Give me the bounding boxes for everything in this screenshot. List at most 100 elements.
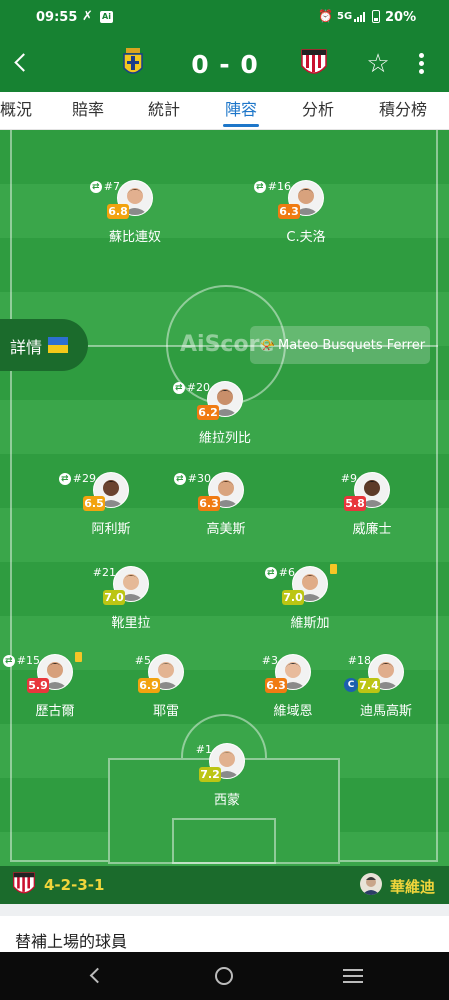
substitution-icon: ⇄ xyxy=(253,181,266,193)
player-number: #16 ⇄ xyxy=(253,180,291,193)
battery-icon xyxy=(372,10,380,23)
away-team-crest[interactable] xyxy=(300,48,328,80)
app-root: 09:55 ✗ Ai ⏰ 5G 20% 0 - 0 ☆ 概況 賠率 統計 陣容 … xyxy=(0,0,449,1000)
ai-icon: Ai xyxy=(100,11,113,23)
player-number: #9 xyxy=(341,472,357,485)
substitution-icon: ⇄ xyxy=(264,567,277,579)
player-number-text: #7 xyxy=(103,180,120,193)
yellow-card-icon xyxy=(75,652,82,662)
player-number-text: #30 xyxy=(187,472,211,485)
player-number-text: #3 xyxy=(261,654,278,667)
system-nav-bar xyxy=(0,952,449,1000)
player-name[interactable]: 維斯加 xyxy=(255,612,365,631)
player-rating: 6.5 xyxy=(83,496,105,511)
alarm-icon: ⏰ xyxy=(318,9,333,23)
player-card[interactable]: #21 7.0 靴里拉 xyxy=(76,566,186,631)
nav-back-icon[interactable] xyxy=(88,968,102,982)
tab-standings[interactable]: 積分榜 xyxy=(372,92,434,130)
tab-lineup[interactable]: 陣容 xyxy=(219,92,263,130)
substitution-icon: ⇄ xyxy=(89,181,102,193)
player-name[interactable]: 迪馬高斯 xyxy=(331,700,441,719)
battery-percent: 20% xyxy=(385,10,417,25)
nav-home-icon[interactable] xyxy=(215,967,233,985)
details-button[interactable]: 詳情 xyxy=(0,319,88,371)
player-rating: 6.2 xyxy=(197,405,219,420)
whistle-icon: 📯 xyxy=(260,338,275,352)
player-rating: 5.8 xyxy=(344,496,366,511)
player-number-text: #1 xyxy=(195,743,212,756)
top-bar: 09:55 ✗ Ai ⏰ 5G 20% 0 - 0 ☆ xyxy=(0,0,449,92)
player-number-text: #16 xyxy=(267,180,291,193)
player-name[interactable]: 威廉士 xyxy=(317,518,427,537)
player-card[interactable]: #1 7.2 西蒙 xyxy=(172,743,282,808)
player-card[interactable]: #20 ⇄ 6.2 維拉列比 xyxy=(170,381,280,446)
player-card[interactable]: #7 ⇄ 6.8 蘇比連奴 xyxy=(80,180,190,245)
coach-avatar[interactable] xyxy=(360,873,382,895)
player-number: #20 ⇄ xyxy=(172,381,210,394)
status-bar: 09:55 ✗ Ai ⏰ 5G 20% xyxy=(0,0,449,36)
player-number: #30 ⇄ xyxy=(173,472,211,485)
player-card[interactable]: #6 ⇄ 7.0 維斯加 xyxy=(255,564,365,631)
player-rating: 6.3 xyxy=(198,496,220,511)
player-rating: 7.2 xyxy=(199,767,221,782)
player-name[interactable]: 蘇比連奴 xyxy=(80,226,190,245)
player-rating: 5.9 xyxy=(27,678,49,693)
player-number: #7 ⇄ xyxy=(89,180,120,193)
player-rating: 6.3 xyxy=(278,204,300,219)
player-number: #15 ⇄ xyxy=(2,654,40,667)
player-card[interactable]: #30 ⇄ 6.3 高美斯 xyxy=(171,472,281,537)
player-card[interactable]: #5 6.9 耶雷 xyxy=(111,654,221,719)
player-number-text: #29 xyxy=(72,472,96,485)
player-name[interactable]: 維拉列比 xyxy=(170,427,280,446)
goal-area xyxy=(172,818,276,864)
tab-stats[interactable]: 統計 xyxy=(142,92,186,130)
nfc-icon: ✗ xyxy=(82,9,93,24)
details-label: 詳情 xyxy=(10,338,43,357)
player-card[interactable]: #9 5.8 威廉士 xyxy=(317,472,427,537)
clock: 09:55 xyxy=(36,10,78,25)
player-name[interactable]: 靴里拉 xyxy=(76,612,186,631)
tab-odds[interactable]: 賠率 xyxy=(66,92,110,130)
substitution-icon: ⇄ xyxy=(2,655,15,667)
pitch: AiScore 詳情 📯 Mateo Busquets Ferrer #7 ⇄ 6.8… xyxy=(0,130,449,905)
yellow-card-icon xyxy=(330,564,337,574)
player-number-text: #21 xyxy=(92,566,116,579)
player-name[interactable]: 耶雷 xyxy=(111,700,221,719)
more-icon[interactable] xyxy=(412,50,430,78)
player-number-text: #5 xyxy=(134,654,151,667)
player-number: #18 xyxy=(348,654,371,667)
home-team-crest[interactable] xyxy=(122,48,144,78)
player-number: #21 xyxy=(93,566,116,579)
coach-name[interactable]: 華維迪 xyxy=(390,876,435,897)
substitution-icon: ⇄ xyxy=(173,473,186,485)
player-name[interactable]: 歷古爾 xyxy=(0,700,110,719)
referee-name: Mateo Busquets Ferrer xyxy=(278,338,426,353)
away-team-crest-small xyxy=(12,871,36,899)
player-number-text: #15 xyxy=(16,654,40,667)
player-number: #6 ⇄ xyxy=(264,566,295,579)
formation-value: 4-2-3-1 xyxy=(44,876,105,894)
player-name[interactable]: C.夫洛 xyxy=(251,226,361,245)
player-number-text: #20 xyxy=(186,381,210,394)
player-card[interactable]: #29 ⇄ 6.5 阿利斯 xyxy=(56,472,166,537)
player-card[interactable]: #15 ⇄ 5.9 歷古爾 xyxy=(0,652,110,719)
player-number: #5 xyxy=(135,654,151,667)
player-card[interactable]: #16 ⇄ 6.3 C.夫洛 xyxy=(251,180,361,245)
player-name[interactable]: 高美斯 xyxy=(171,518,281,537)
player-rating: 7.0 xyxy=(103,590,125,605)
tab-overview[interactable]: 概況 xyxy=(0,92,40,130)
player-card[interactable]: #18 C 7.4 迪馬高斯 xyxy=(331,654,441,719)
player-number: #1 xyxy=(196,743,212,756)
player-rating: 6.3 xyxy=(265,678,287,693)
tab-analysis[interactable]: 分析 xyxy=(296,92,340,130)
player-rating: 7.4 xyxy=(358,678,380,693)
player-name[interactable]: 阿利斯 xyxy=(56,518,166,537)
ukraine-flag-icon xyxy=(48,337,68,353)
star-icon[interactable]: ☆ xyxy=(364,50,392,78)
player-number: #29 ⇄ xyxy=(58,472,96,485)
player-rating: 6.8 xyxy=(107,204,129,219)
player-name[interactable]: 西蒙 xyxy=(172,789,282,808)
substitutes-header: 替補上場的球員 xyxy=(0,916,449,954)
nav-recents-icon[interactable] xyxy=(343,969,363,983)
back-arrow-icon[interactable] xyxy=(10,50,34,78)
